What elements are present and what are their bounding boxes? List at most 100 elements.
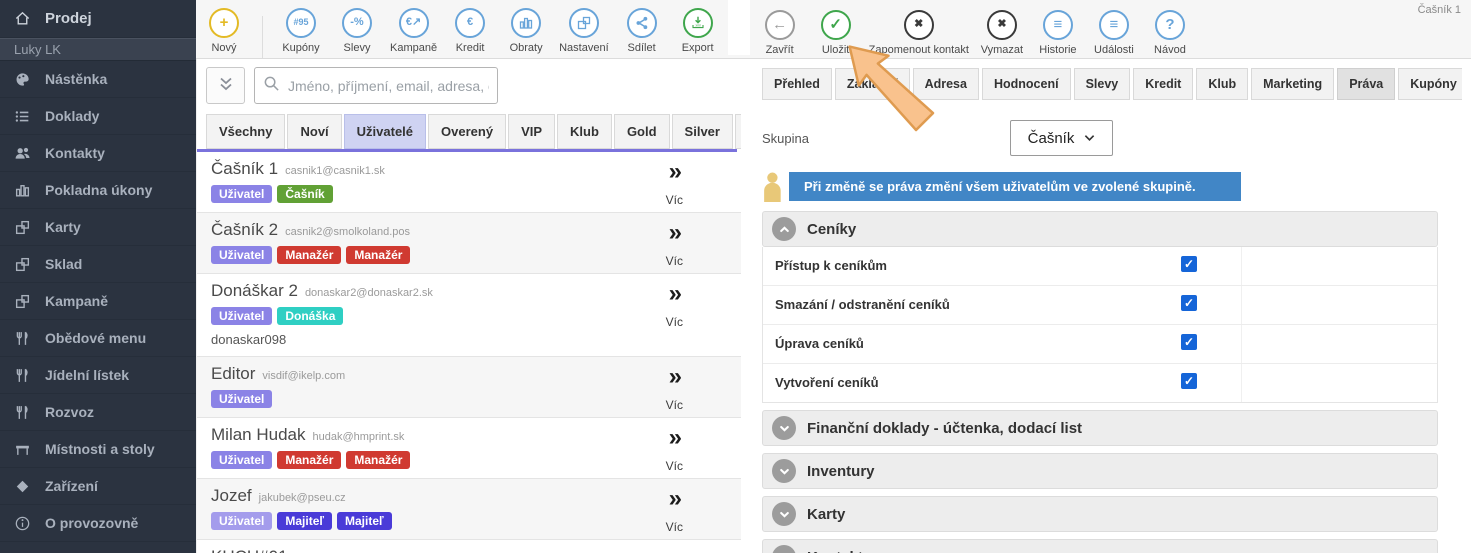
toolbar-button-nastaven-[interactable]: Nastavení — [554, 8, 614, 54]
detail-tab-kup-ny[interactable]: Kupóny — [1398, 68, 1462, 100]
contact-more-button[interactable]: »Víc — [666, 549, 683, 553]
toolbar-button-label: Historie — [1035, 44, 1081, 56]
check-icon: ✓ — [821, 10, 851, 40]
detail-tab-slevy[interactable]: Slevy — [1074, 68, 1131, 100]
sidebar-item-rozvoz[interactable]: Rozvoz — [0, 394, 196, 431]
contact-email: hudak@hmprint.sk — [313, 431, 405, 443]
filter-tab-silver[interactable]: Silver — [672, 114, 733, 149]
section-title: Inventury — [807, 463, 875, 480]
sidebar-item-pokladna-kony[interactable]: Pokladna úkony — [0, 172, 196, 209]
contact-row[interactable]: Donáškar 2donaskar2@donaskar2.skUživatel… — [197, 274, 741, 357]
toolbar-button-slevy[interactable]: -%Slevy — [329, 8, 385, 54]
sidebar-item-karty[interactable]: Karty — [0, 209, 196, 246]
detail-tab-hodnocen-[interactable]: Hodnocení — [982, 68, 1071, 100]
toolbar-button-historie[interactable]: ≡ Historie — [1030, 10, 1086, 56]
toolbar-button-zav-t[interactable]: ←Zavřít — [752, 10, 808, 56]
section-header-inventury[interactable]: Inventury — [762, 453, 1438, 489]
toolbar-button-kredit[interactable]: €Kredit — [442, 8, 498, 54]
toolbar-button-kup-ny[interactable]: #95Kupóny — [273, 8, 329, 54]
toolbar-button-export[interactable]: xmlExport — [670, 8, 726, 54]
contact-row[interactable]: Milan Hudakhudak@hmprint.skUživatelManaž… — [197, 418, 741, 479]
role-badge: Donáška — [277, 307, 343, 325]
section-header-kontakty[interactable]: Kontakty — [762, 539, 1438, 553]
group-select[interactable]: Čašník — [1010, 120, 1113, 156]
list-icon — [14, 108, 34, 124]
filter-tab-v-echny[interactable]: Všechny — [206, 114, 285, 149]
detail-tab-adresa[interactable]: Adresa — [913, 68, 979, 100]
detail-tab-pr-va[interactable]: Práva — [1337, 68, 1395, 100]
contact-row[interactable]: Jozefjakubek@pseu.czUživatelMajiteľMajit… — [197, 479, 741, 540]
coupon-icon: #95 — [286, 8, 316, 38]
diamond-icon — [14, 478, 34, 494]
toolbar-button-kampan-[interactable]: €↗Kampaně — [385, 8, 442, 54]
permission-checkbox[interactable]: ✓ — [1181, 334, 1197, 350]
toolbar-button-label: Vymazat — [979, 44, 1025, 56]
filter-tab-nov-[interactable]: Noví — [287, 114, 341, 149]
sidebar-item-sklad[interactable]: Sklad — [0, 246, 196, 283]
boxes-icon — [14, 256, 34, 272]
contact-more-button[interactable]: »Víc — [666, 283, 683, 329]
toolbar-button-obraty[interactable]: Obraty — [498, 8, 554, 54]
sidebar-item-ob-dov-menu[interactable]: Obědové menu — [0, 320, 196, 357]
toolbar-button-nov-[interactable]: +Nový — [196, 8, 252, 54]
detail-tab-z-kladn-[interactable]: Základní — [835, 68, 910, 100]
sidebar-item-o-provozovn-[interactable]: O provozovně — [0, 505, 196, 542]
contact-row[interactable]: Editorvisdif@ikelp.comUživatel»Víc — [197, 357, 741, 418]
toolbar-button-sd-let[interactable]: Sdílet — [614, 8, 670, 54]
section-title: Ceníky — [807, 221, 856, 238]
sidebar-item-m-stnosti-a-stoly[interactable]: Místnosti a stoly — [0, 431, 196, 468]
filter-tab-gold[interactable]: Gold — [614, 114, 670, 149]
sidebar-item-label: Místnosti a stoly — [45, 441, 155, 457]
sidebar-item-kontakty[interactable]: Kontakty — [0, 135, 196, 172]
toolbar-button-ud-losti[interactable]: ≡Události — [1086, 10, 1142, 56]
section-header-karty[interactable]: Karty — [762, 496, 1438, 532]
toolbar-separator — [262, 16, 263, 58]
filter-tab-u-ivatel-[interactable]: Uživatelé — [344, 114, 426, 149]
toolbar-button-vymazat[interactable]: ✖Vymazat — [974, 10, 1030, 56]
section-header-cen-ky[interactable]: Ceníky — [762, 211, 1438, 247]
contact-more-button[interactable]: »Víc — [666, 161, 683, 207]
contact-more-button[interactable]: »Víc — [666, 488, 683, 534]
search-input[interactable] — [288, 78, 489, 94]
toolbar-left-group: +Nový #95Kupóny-%Slevy€↗Kampaně€KreditObr… — [196, 1, 726, 58]
toolbar-button-zapomenout-kontakt[interactable]: ✖Zapomenout kontakt — [864, 10, 974, 56]
role-badge: Uživatel — [211, 185, 272, 203]
sidebar-item-j-deln-l-stek[interactable]: Jídelní lístek — [0, 357, 196, 394]
filter-tab-overen-[interactable]: Overený — [428, 114, 506, 149]
section-header-finan-n-doklady-tenka-dodac-list[interactable]: Finanční doklady - účtenka, dodací list — [762, 410, 1438, 446]
sidebar-item-label: Prodej — [45, 10, 92, 27]
filter-tab-bronze[interactable]: Bronze — [735, 114, 741, 149]
contact-badges: UživatelČašník — [211, 185, 729, 203]
sidebar-item-za-zen-[interactable]: Zařízení — [0, 468, 196, 505]
contact-more-button[interactable]: »Víc — [666, 427, 683, 473]
role-badge: Uživatel — [211, 390, 272, 408]
contact-row[interactable]: KUCH#01kitchen@ikelp.com»Víc — [197, 540, 741, 553]
detail-tab-marketing[interactable]: Marketing — [1251, 68, 1334, 100]
contact-more-button[interactable]: »Víc — [666, 222, 683, 268]
sidebar-item-luky-lk[interactable]: Luky LK — [0, 38, 196, 61]
contact-row[interactable]: Čašník 1casnik1@casnik1.skUživatelČašník… — [197, 152, 741, 213]
sidebar-item-doklady[interactable]: Doklady — [0, 98, 196, 135]
contact-list: Čašník 1casnik1@casnik1.skUživatelČašník… — [197, 152, 741, 553]
role-badge: Manažér — [346, 451, 410, 469]
filter-tab-klub[interactable]: Klub — [557, 114, 612, 149]
detail-tab-p-ehled[interactable]: Přehled — [762, 68, 832, 100]
detail-tab-klub[interactable]: Klub — [1196, 68, 1248, 100]
detail-tab-kredit[interactable]: Kredit — [1133, 68, 1193, 100]
contact-more-button[interactable]: »Víc — [666, 366, 683, 412]
toolbar-button-ulo-it[interactable]: ✓Uložit — [808, 10, 864, 56]
contact-name: Čašník 2 — [211, 220, 278, 239]
sidebar-item-kampan-[interactable]: Kampaně — [0, 283, 196, 320]
permission-checkbox[interactable]: ✓ — [1181, 295, 1197, 311]
filter-tab-vip[interactable]: VIP — [508, 114, 555, 149]
permission-checkbox[interactable]: ✓ — [1181, 373, 1197, 389]
permission-checkbox[interactable]: ✓ — [1181, 256, 1197, 272]
sidebar-item-label: Jídelní lístek — [45, 367, 129, 383]
contact-row[interactable]: Čašník 2casnik2@smolkoland.posUživatelMa… — [197, 213, 741, 274]
toolbar-button-n-vod[interactable]: ?Návod — [1142, 10, 1198, 56]
lines-icon: ≡ — [1043, 10, 1073, 40]
contact-email: casnik1@casnik1.sk — [285, 165, 385, 177]
sidebar-item-prodej[interactable]: Prodej — [0, 0, 196, 38]
sidebar-item-n-st-nka[interactable]: Nástěnka — [0, 61, 196, 98]
collapse-filters-button[interactable] — [206, 67, 245, 104]
